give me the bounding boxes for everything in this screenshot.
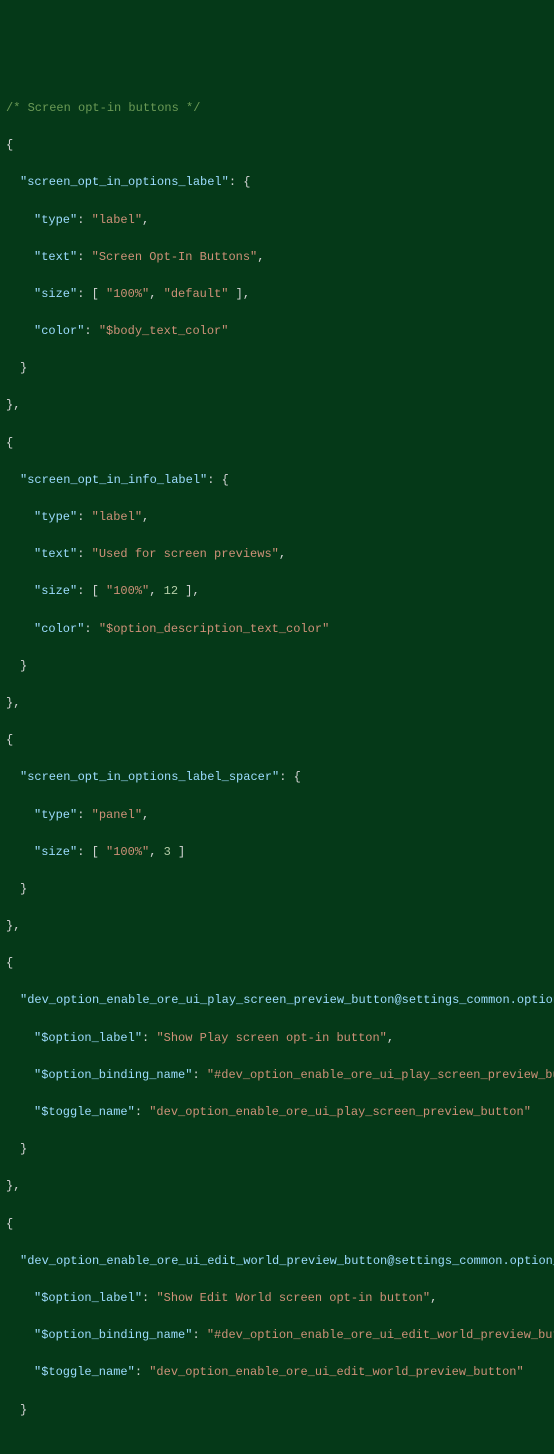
brace-close: } [20, 361, 27, 375]
json-key: "text" [34, 547, 77, 561]
json-string: "100%" [106, 845, 149, 859]
json-key: "$option_label" [34, 1031, 142, 1045]
json-key: "color" [34, 324, 84, 338]
json-string: "100%" [106, 584, 149, 598]
brace-close: } [20, 882, 27, 896]
json-key: "type" [34, 808, 77, 822]
json-string: "dev_option_enable_ore_ui_edit_world_pre… [149, 1365, 523, 1379]
json-string: "Screen Opt-In Buttons" [92, 250, 258, 264]
json-key: "text" [34, 250, 77, 264]
json-key: "$toggle_name" [34, 1105, 135, 1119]
json-key: "size" [34, 287, 77, 301]
json-string: "panel" [92, 808, 142, 822]
json-key: "screen_opt_in_options_label_spacer" [20, 770, 279, 784]
brace-open: { [6, 733, 13, 747]
json-string: "$body_text_color" [99, 324, 229, 338]
json-key: "size" [34, 584, 77, 598]
brace-close-comma: }, [6, 696, 20, 710]
brace-close: } [20, 659, 27, 673]
json-string: "Show Edit World screen opt-in button" [156, 1291, 430, 1305]
json-string: "dev_option_enable_ore_ui_play_screen_pr… [149, 1105, 531, 1119]
brace-close-comma: }, [6, 919, 20, 933]
json-key: "type" [34, 510, 77, 524]
json-key: "type" [34, 213, 77, 227]
json-string: "Show Play screen opt-in button" [156, 1031, 386, 1045]
json-string: "label" [92, 510, 142, 524]
json-key: "$option_label" [34, 1291, 142, 1305]
json-key: "$option_binding_name" [34, 1068, 192, 1082]
brace-open: { [6, 1217, 13, 1231]
json-string: "label" [92, 213, 142, 227]
brace-open: { [6, 138, 13, 152]
json-string: "$option_description_text_color" [99, 622, 329, 636]
json-key: "screen_opt_in_options_label" [20, 175, 229, 189]
brace-close: } [20, 1142, 27, 1156]
brace-close-comma: }, [6, 398, 20, 412]
json-number: 3 [164, 845, 171, 859]
json-key: "screen_opt_in_info_label" [20, 473, 207, 487]
json-string: "#dev_option_enable_ore_ui_play_screen_p… [207, 1068, 554, 1082]
brace-close-comma: }, [6, 1179, 20, 1193]
json-string: "default" [164, 287, 229, 301]
code-block: /* Screen opt-in buttons */ { "screen_op… [6, 80, 554, 1437]
json-key: "dev_option_enable_ore_ui_edit_world_pre… [20, 1254, 554, 1268]
json-key: "color" [34, 622, 84, 636]
json-string: "Used for screen previews" [92, 547, 279, 561]
json-number: 12 [164, 584, 178, 598]
json-key: "$option_binding_name" [34, 1328, 192, 1342]
json-string: "#dev_option_enable_ore_ui_edit_world_pr… [207, 1328, 554, 1342]
brace-open: { [6, 956, 13, 970]
json-string: "100%" [106, 287, 149, 301]
json-key: "$toggle_name" [34, 1365, 135, 1379]
json-key: "size" [34, 845, 77, 859]
brace-close: } [20, 1403, 27, 1417]
comment: /* Screen opt-in buttons */ [6, 101, 200, 115]
brace-open: { [6, 436, 13, 450]
json-key: "dev_option_enable_ore_ui_play_screen_pr… [20, 993, 554, 1007]
